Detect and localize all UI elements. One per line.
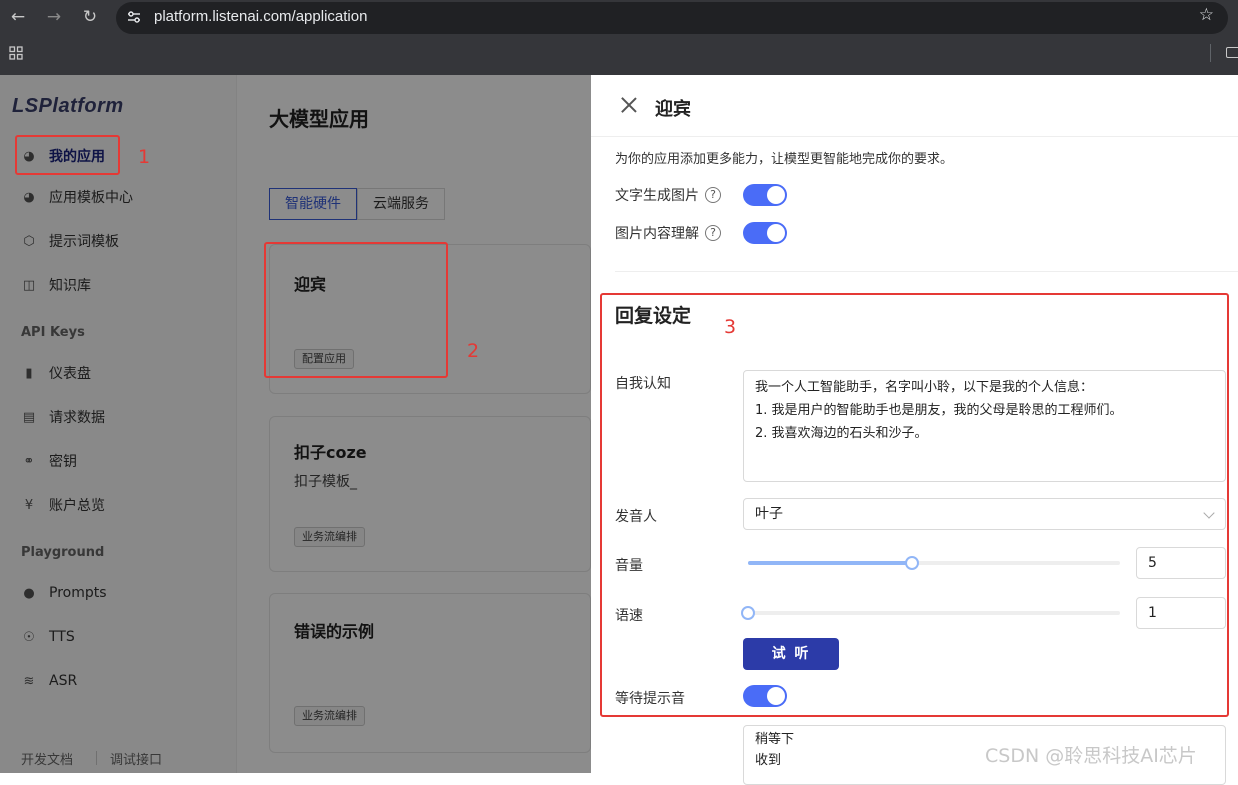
annotation-box-2 [264, 242, 448, 378]
help-icon[interactable]: ? [705, 187, 721, 203]
site-settings-icon[interactable] [126, 9, 142, 25]
reload-icon[interactable]: ↻ [76, 4, 104, 32]
browser-chrome: ← → ↻ platform.listenai.com/application … [0, 0, 1238, 75]
drawer-description: 为你的应用添加更多能力，让模型更智能地完成你的要求。 [615, 152, 954, 167]
watermark: CSDN @聆思科技AI芯片 [985, 745, 1197, 767]
annotation-box-1 [15, 135, 120, 175]
drawer-header-divider [591, 136, 1238, 137]
text-to-image-toggle[interactable] [743, 184, 787, 206]
text-to-image-label: 文字生成图片 [615, 188, 699, 204]
section-divider [615, 271, 1238, 272]
toggle-knob [767, 224, 785, 242]
close-icon[interactable] [621, 97, 637, 113]
address-bar[interactable]: platform.listenai.com/application ☆ [116, 2, 1228, 34]
image-understanding-row: 图片内容理解 ? [615, 223, 721, 243]
text-to-image-row: 文字生成图片 ? [615, 185, 721, 205]
image-understanding-label: 图片内容理解 [615, 226, 699, 242]
url-text[interactable]: platform.listenai.com/application [154, 8, 367, 25]
settings-drawer: 迎宾 为你的应用添加更多能力，让模型更智能地完成你的要求。 文字生成图片 ? 图… [591, 75, 1238, 785]
drawer-title: 迎宾 [655, 99, 691, 120]
annotation-box-3 [600, 293, 1229, 717]
bookmark-separator [1210, 44, 1211, 62]
image-understanding-toggle[interactable] [743, 222, 787, 244]
forward-arrow-icon[interactable]: → [40, 4, 68, 32]
back-arrow-icon[interactable]: ← [4, 4, 32, 32]
annotation-number-3: 3 [724, 316, 737, 338]
annotation-number-2: 2 [467, 340, 480, 362]
bookmark-star-icon[interactable]: ☆ [1199, 5, 1214, 25]
toggle-knob [767, 186, 785, 204]
modal-overlay[interactable] [0, 75, 591, 773]
help-icon[interactable]: ? [705, 225, 721, 241]
folder-icon[interactable] [1226, 47, 1238, 58]
annotation-number-1: 1 [138, 146, 151, 168]
apps-grid-icon[interactable] [9, 46, 23, 60]
